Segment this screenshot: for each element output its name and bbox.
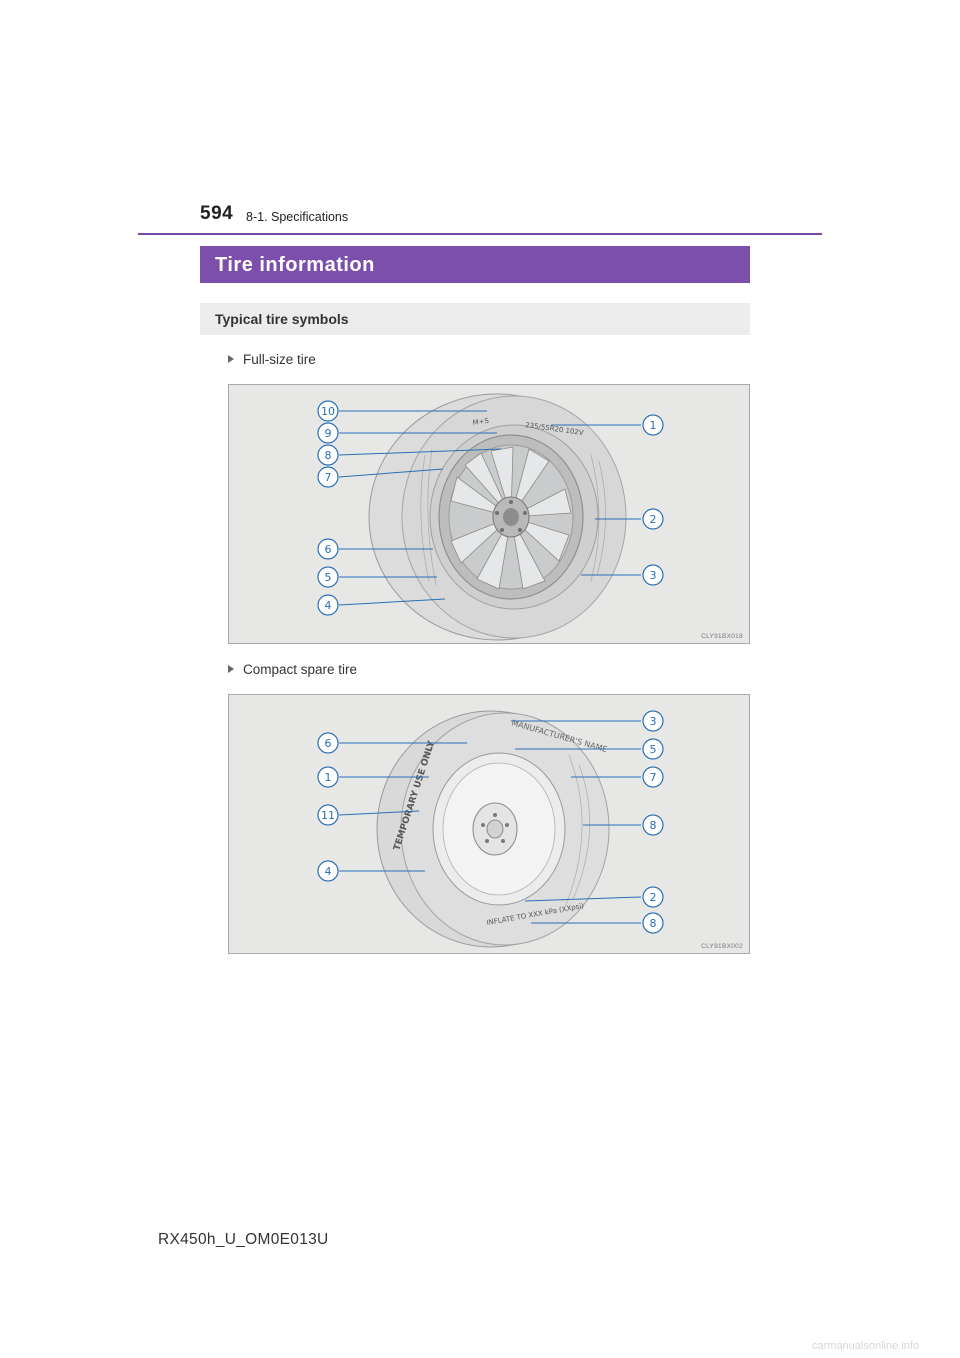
figure-code: CLY91BX002 [701,943,743,950]
subsection-bar: Typical tire symbols [200,303,750,335]
callout-5: 5 [650,743,657,756]
callout-7: 7 [325,471,332,484]
callout-2: 2 [650,891,657,904]
callout-6: 6 [325,737,332,750]
bullet-full-size-tire: Full-size tire [228,352,316,367]
callout-2: 2 [650,513,657,526]
compact-spare-tire-figure: TEMPORARY USE ONLY MANUFACTURER'S NAME I… [228,694,750,954]
compact-spare-tire-illustration: TEMPORARY USE ONLY MANUFACTURER'S NAME I… [376,710,610,948]
bullet-compact-spare-tire: Compact spare tire [228,662,357,677]
subsection-title: Typical tire symbols [215,311,349,327]
callout-4: 4 [325,599,332,612]
bullet-label: Compact spare tire [243,662,358,677]
callout-5: 5 [325,571,332,584]
figure-code: CLY91BX018 [701,633,743,640]
callout-10: 10 [321,405,335,418]
callout-8-lower: 8 [650,917,657,930]
bullet-triangle-icon [228,355,234,363]
callout-7: 7 [650,771,657,784]
section-reference: 8-1. Specifications [246,210,349,224]
callout-1: 1 [325,771,332,784]
callout-8: 8 [325,449,332,462]
watermark: carmanualsonline.info [812,1340,920,1352]
callout-3: 3 [650,715,657,728]
callout-8: 8 [650,819,657,832]
section-title-bar: Tire information [200,246,750,283]
callout-6: 6 [325,543,332,556]
callout-11: 11 [321,809,335,822]
callout-1: 1 [650,419,657,432]
bullet-triangle-icon [228,665,234,673]
callout-3: 3 [650,569,657,582]
manual-code: RX450h_U_OM0E013U [158,1231,329,1248]
header-rule [138,233,822,235]
full-size-tire-figure: M+S 235/55R20 102V 10 9 8 7 6 5 4 1 2 3 … [228,384,750,644]
full-size-tire-illustration: M+S 235/55R20 102V [368,393,627,641]
callout-9: 9 [325,427,332,440]
callout-4: 4 [325,865,332,878]
section-title: Tire information [215,254,375,276]
page-number: 594 [200,203,234,224]
bullet-label: Full-size tire [243,352,316,367]
